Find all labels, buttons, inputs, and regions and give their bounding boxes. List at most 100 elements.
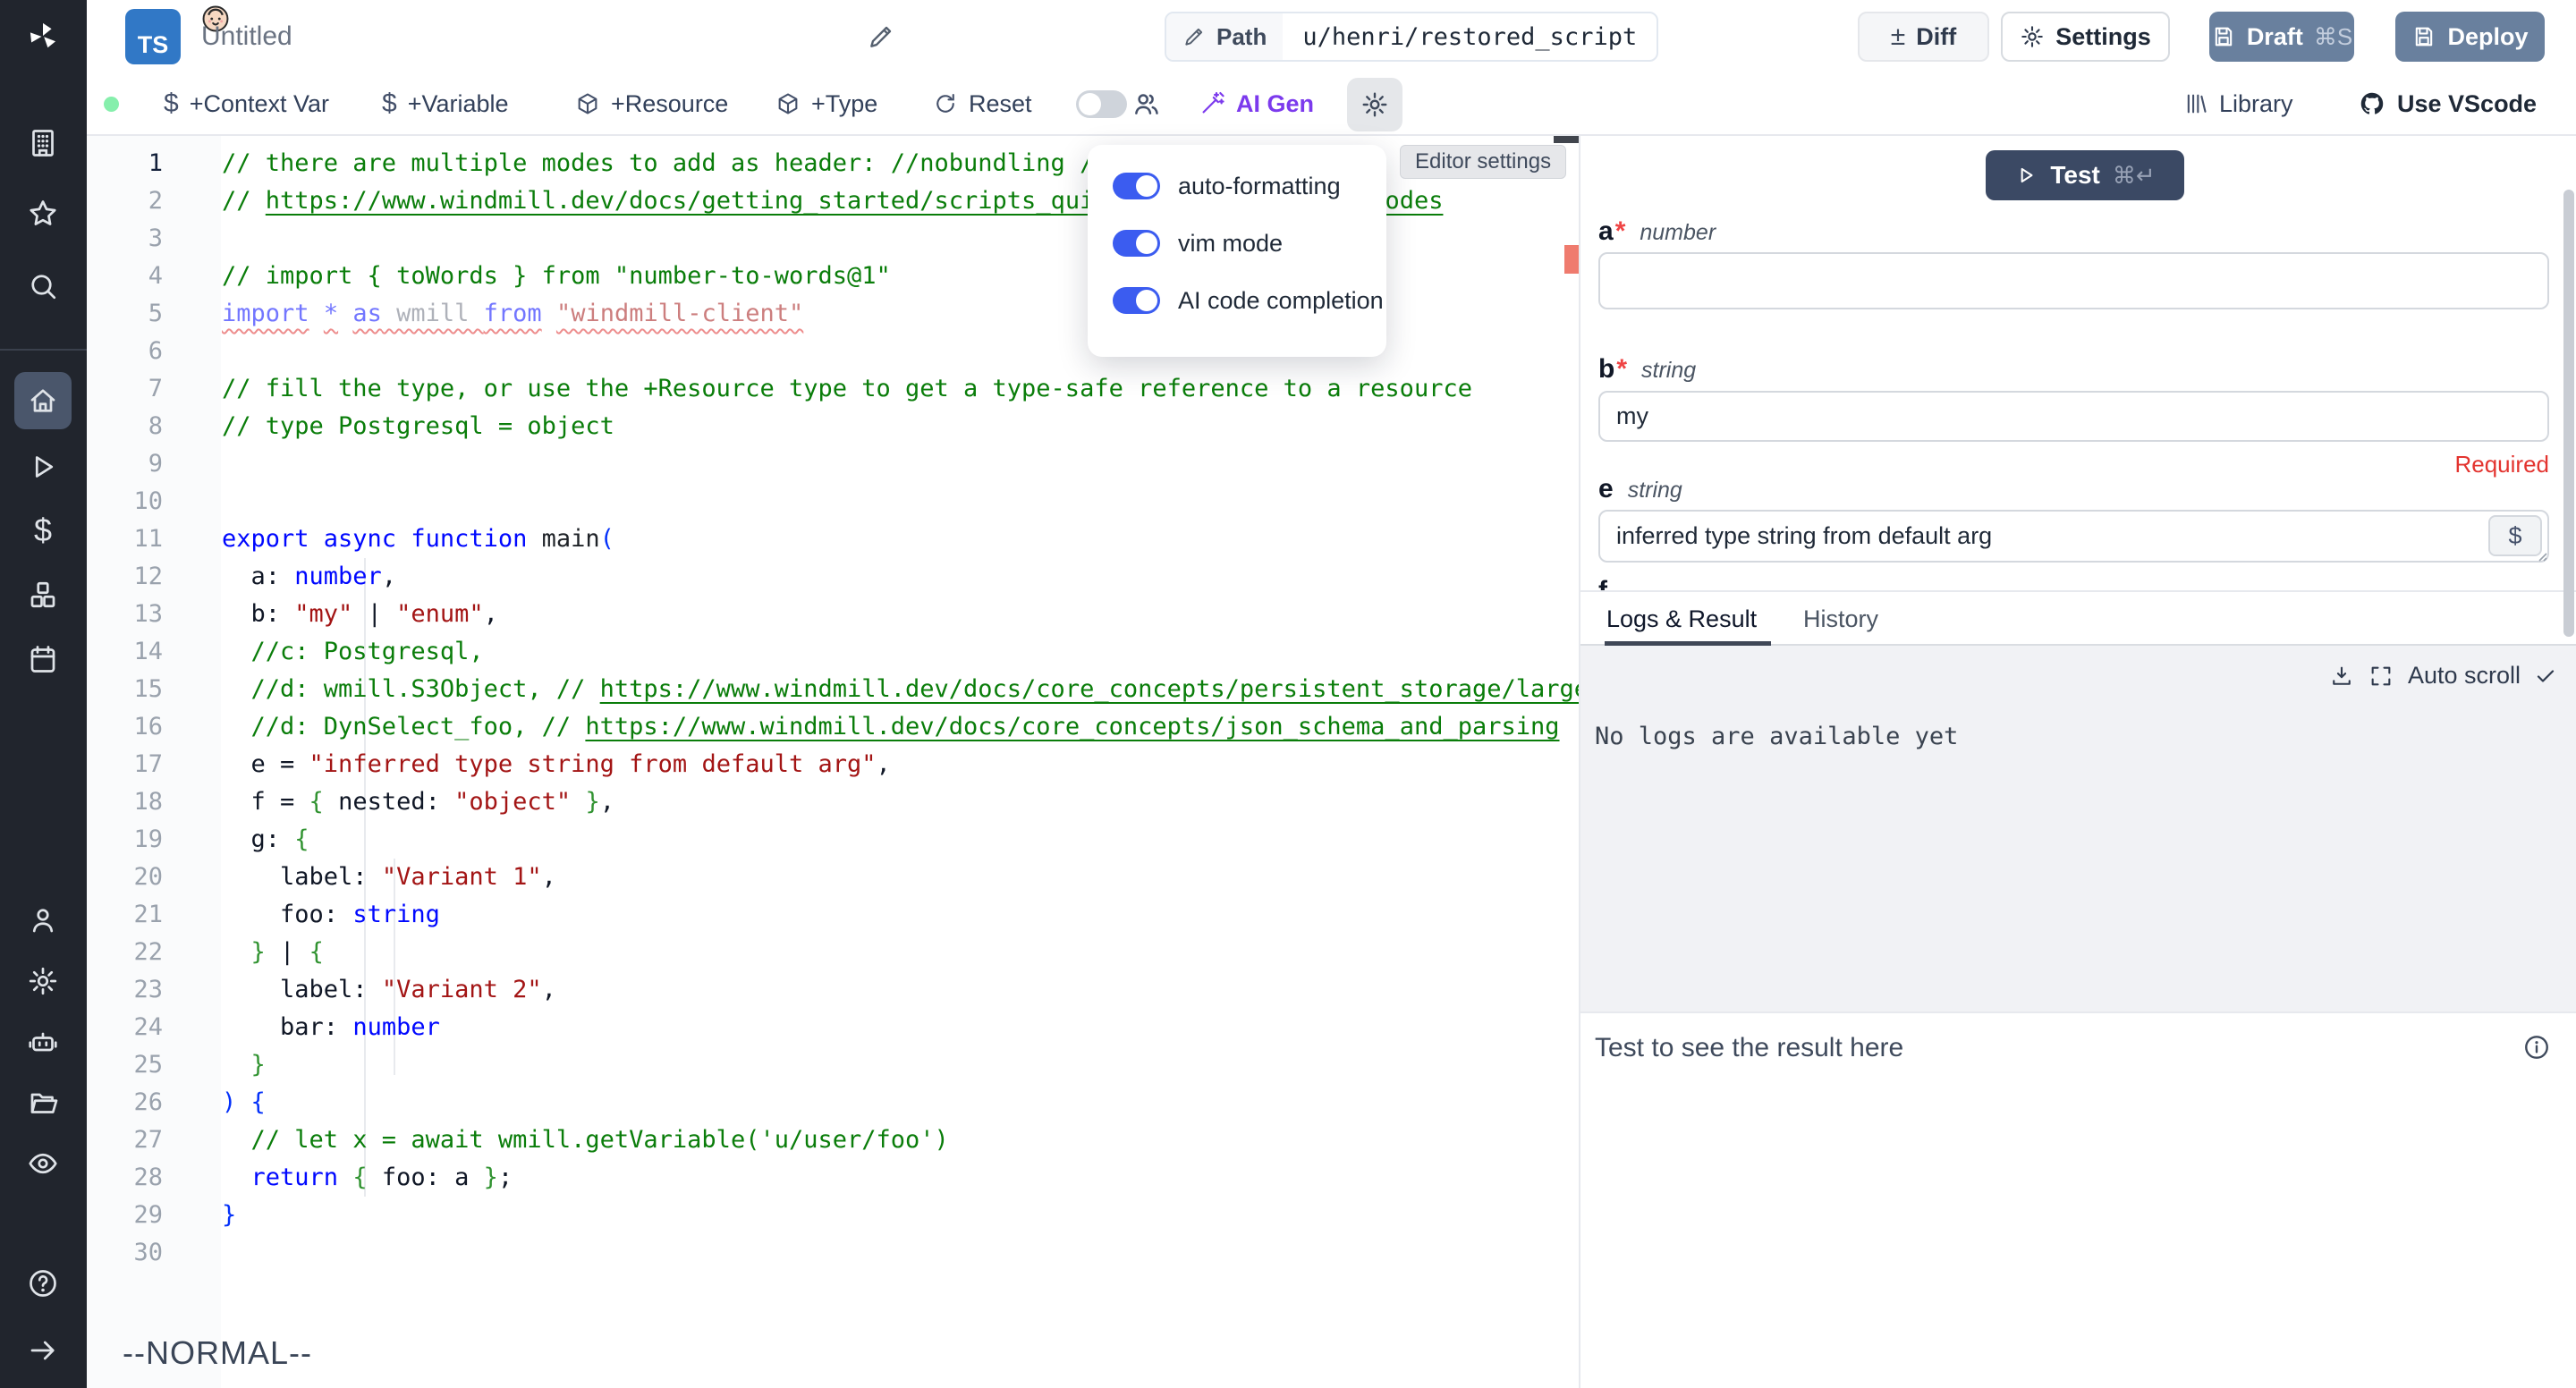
multiplayer-users-icon[interactable] — [1131, 73, 1161, 134]
typescript-badge: TS — [125, 9, 181, 64]
save-icon — [2411, 24, 2436, 49]
required-asterisk: * — [1615, 216, 1626, 247]
field-a-type: number — [1640, 220, 1716, 246]
line-number: 27 — [87, 1121, 221, 1159]
path-editor[interactable]: Path u/henri/restored_script — [1165, 12, 1658, 62]
editor-toolbar: $ +Context Var $ +Variable +Resource +Ty… — [87, 73, 2576, 136]
required-message: Required — [2454, 451, 2549, 478]
expand-icon[interactable] — [2368, 664, 2394, 689]
gear-icon — [1360, 90, 1389, 119]
field-b-type: string — [1641, 358, 1696, 384]
schedules-calendar-icon[interactable] — [14, 631, 72, 688]
collab-toggle[interactable] — [1076, 90, 1127, 118]
add-variable-button[interactable]: $ +Variable — [382, 73, 509, 134]
field-e-input[interactable] — [1598, 510, 2549, 563]
editor-settings-button[interactable] — [1347, 78, 1402, 131]
tab-history[interactable]: History — [1803, 592, 1878, 646]
editor-gutter: 1234567891011121314151617181920212223242… — [87, 145, 221, 1272]
download-icon[interactable] — [2329, 664, 2354, 689]
users-person-icon[interactable] — [14, 892, 72, 949]
line-number: 29 — [87, 1197, 221, 1234]
search-icon[interactable] — [14, 258, 72, 315]
draft-button[interactable]: Draft ⌘S — [2209, 12, 2354, 62]
reset-button[interactable]: Reset — [933, 73, 1032, 134]
sidebar-divider — [0, 349, 87, 351]
arguments-form: Test ⌘↵ a* number Required b* string e s… — [1580, 136, 2576, 590]
settings-gear-icon[interactable] — [14, 952, 72, 1010]
check-icon[interactable] — [2535, 665, 2556, 687]
tab-logs-result[interactable]: Logs & Result — [1606, 592, 1757, 646]
line-number: 20 — [87, 859, 221, 896]
field-b-input[interactable] — [1598, 391, 2549, 442]
settings-button[interactable]: Settings — [2001, 12, 2170, 62]
field-e-label: e string — [1598, 474, 1682, 504]
toggle-switch[interactable] — [1113, 287, 1160, 314]
diff-button[interactable]: ± Diff — [1858, 12, 1989, 62]
windmill-logo-icon[interactable] — [14, 7, 72, 64]
add-context-var-button[interactable]: $ +Context Var — [164, 73, 329, 134]
code-line: // type Postgresql = object — [222, 408, 1579, 445]
add-type-button[interactable]: +Type — [775, 73, 877, 134]
sidebar: $ — [0, 0, 87, 1388]
windmill-script-editor: $ TS — [0, 0, 2576, 1388]
home-icon[interactable] — [14, 372, 72, 429]
add-resource-button[interactable]: +Resource — [575, 73, 728, 134]
library-button[interactable]: Library — [2183, 73, 2293, 134]
editor-scrollbar-thumb[interactable] — [1554, 136, 1579, 143]
code-line — [222, 483, 1579, 520]
building-icon[interactable] — [14, 114, 72, 172]
folders-icon[interactable] — [14, 1074, 72, 1131]
star-icon[interactable] — [14, 185, 72, 242]
field-a-label: a* number — [1598, 216, 1716, 247]
line-number: 23 — [87, 971, 221, 1009]
info-icon[interactable] — [2522, 1033, 2551, 1062]
code-line: e = "inferred type string from default a… — [222, 746, 1579, 783]
code-line: } | { — [222, 934, 1579, 971]
resources-cubes-icon[interactable] — [14, 566, 72, 623]
field-a-input[interactable] — [1598, 252, 2549, 309]
line-number: 11 — [87, 520, 221, 558]
code-line: foo: string — [222, 896, 1579, 934]
variables-dollar-icon[interactable]: $ — [14, 502, 72, 559]
vim-mode-status: --NORMAL-- — [123, 1334, 312, 1372]
result-placeholder: Test to see the result here — [1595, 1033, 1903, 1063]
resize-handle[interactable] — [2535, 549, 2547, 562]
menu-item-auto-formatting: auto-formatting — [1113, 157, 1386, 215]
help-icon[interactable] — [14, 1255, 72, 1312]
use-vscode-button[interactable]: Use VScode — [2358, 73, 2537, 134]
library-icon — [2183, 91, 2208, 116]
code-line: ) { — [222, 1084, 1579, 1121]
line-number: 8 — [87, 408, 221, 445]
editor-settings-tooltip: Editor settings — [1400, 145, 1566, 179]
edit-title-pencil-icon[interactable] — [867, 22, 895, 51]
runs-play-icon[interactable] — [14, 438, 72, 495]
field-f-label: f — [1598, 576, 1607, 590]
line-number: 24 — [87, 1009, 221, 1046]
collapse-arrow-icon[interactable] — [14, 1322, 72, 1379]
panel-scrollbar[interactable] — [2563, 190, 2574, 637]
pencil-icon — [1182, 25, 1206, 48]
field-e-type: string — [1628, 478, 1682, 504]
line-number: 16 — [87, 708, 221, 746]
ai-gen-button[interactable]: AI Gen — [1199, 73, 1314, 134]
line-number: 30 — [87, 1234, 221, 1272]
line-number: 10 — [87, 483, 221, 520]
logs-tabs: Logs & Result History — [1580, 590, 2576, 646]
play-icon — [2014, 164, 2038, 187]
line-number: 3 — [87, 220, 221, 258]
autoscroll-label[interactable]: Auto scroll — [2408, 662, 2521, 690]
toggle-switch[interactable] — [1113, 230, 1160, 257]
magic-wand-icon — [1199, 90, 1225, 117]
line-number: 19 — [87, 821, 221, 859]
variable-picker-button[interactable]: $ — [2488, 515, 2542, 556]
path-value[interactable]: u/henri/restored_script — [1283, 13, 1657, 60]
code-line: label: "Variant 1", — [222, 859, 1579, 896]
audit-eye-icon[interactable] — [14, 1135, 72, 1192]
test-button[interactable]: Test ⌘↵ — [1986, 150, 2184, 200]
menu-item-vim-mode: vim mode — [1113, 215, 1386, 272]
workers-robot-icon[interactable] — [14, 1013, 72, 1071]
code-line: export async function main( — [222, 520, 1579, 558]
toggle-switch[interactable] — [1113, 173, 1160, 199]
line-number: 26 — [87, 1084, 221, 1121]
deploy-button[interactable]: Deploy — [2395, 12, 2545, 62]
